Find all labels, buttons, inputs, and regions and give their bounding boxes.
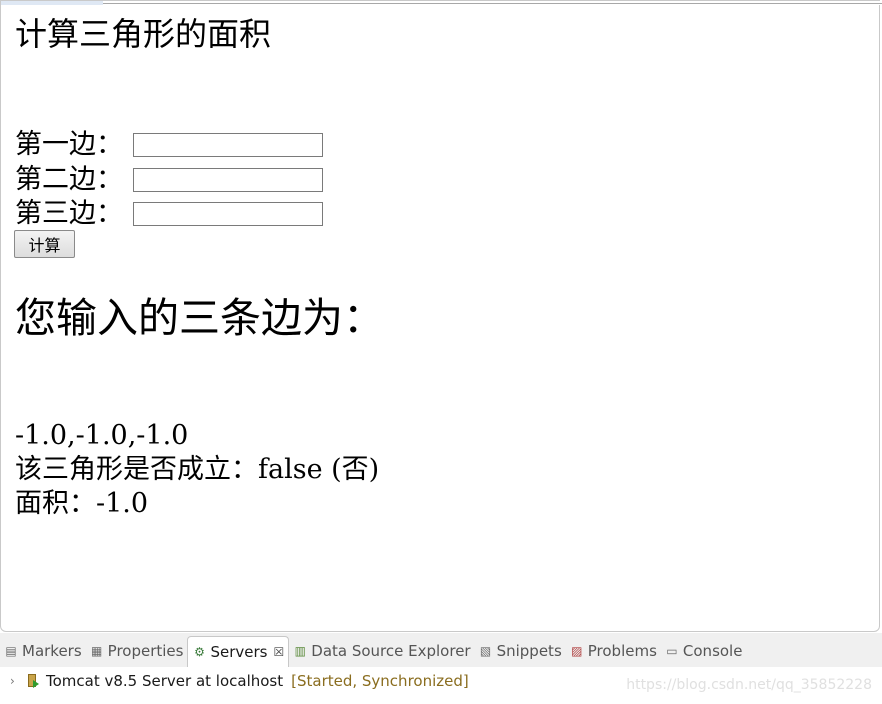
tab-data-source-explorer[interactable]: ▥ Data Source Explorer bbox=[289, 636, 474, 666]
tab-markers[interactable]: ▤ Markers bbox=[0, 636, 86, 666]
tab-label: Snippets bbox=[496, 642, 562, 660]
result-area: 面积：-1.0 bbox=[15, 488, 149, 519]
console-icon: ▭ bbox=[666, 644, 678, 658]
properties-icon: ▦ bbox=[91, 644, 103, 658]
tab-strip-divider bbox=[103, 3, 882, 4]
side2-row: 第二边： bbox=[15, 165, 323, 195]
tab-label: Properties bbox=[107, 642, 184, 660]
watermark: https://blog.csdn.net/qq_35852228 bbox=[626, 677, 872, 693]
data-source-icon: ▥ bbox=[294, 644, 306, 658]
browser-content-pane: 计算三角形的面积 第一边： 第二边： 第三边： 计算 您输入的三条边为： -1.… bbox=[0, 0, 882, 632]
markers-icon: ▤ bbox=[5, 644, 17, 658]
side2-label: 第二边： bbox=[15, 164, 123, 195]
page-title: 计算三角形的面积 bbox=[15, 15, 272, 53]
screen: 计算三角形的面积 第一边： 第二边： 第三边： 计算 您输入的三条边为： -1.… bbox=[0, 0, 882, 704]
result-valid: 该三角形是否成立：false (否) bbox=[15, 454, 380, 485]
browser-tab-strip bbox=[1, 1, 882, 5]
result-heading: 您输入的三条边为： bbox=[15, 294, 384, 342]
calculate-button[interactable]: 计算 bbox=[14, 230, 75, 258]
problems-icon: ▨ bbox=[571, 644, 583, 658]
result-sides: -1.0,-1.0,-1.0 bbox=[15, 420, 189, 451]
side1-input[interactable] bbox=[133, 133, 323, 157]
side3-row: 第三边： bbox=[15, 199, 323, 229]
tab-label: Data Source Explorer bbox=[311, 642, 471, 660]
tab-servers[interactable]: ⚙ Servers ☒ bbox=[187, 635, 290, 667]
tab-problems[interactable]: ▨ Problems bbox=[566, 636, 661, 666]
eclipse-bottom-panel: ▤ Markers ▦ Properties ⚙ Servers ☒ ▥ Dat… bbox=[0, 633, 882, 704]
tab-label: Problems bbox=[587, 642, 657, 660]
chevron-right-icon[interactable]: › bbox=[10, 674, 26, 688]
side1-label: 第一边： bbox=[15, 129, 123, 160]
close-icon[interactable]: ☒ bbox=[274, 645, 285, 659]
active-browser-tab-edge[interactable] bbox=[1, 1, 103, 5]
tab-snippets[interactable]: ▧ Snippets bbox=[475, 636, 566, 666]
tab-label: Servers bbox=[210, 642, 268, 661]
tab-console[interactable]: ▭ Console bbox=[661, 636, 747, 666]
tomcat-server-icon bbox=[26, 674, 40, 688]
snippets-icon: ▧ bbox=[479, 644, 492, 658]
server-status: [Started, Synchronized] bbox=[291, 672, 469, 690]
side1-row: 第一边： bbox=[15, 130, 323, 160]
side3-input[interactable] bbox=[133, 202, 323, 226]
servers-view: › Tomcat v8.5 Server at localhost [Start… bbox=[0, 667, 882, 704]
server-name: Tomcat v8.5 Server at localhost bbox=[46, 672, 284, 690]
side3-label: 第三边： bbox=[15, 198, 123, 229]
side2-input[interactable] bbox=[133, 168, 323, 192]
tab-properties[interactable]: ▦ Properties bbox=[86, 636, 188, 666]
tab-label: Console bbox=[682, 642, 743, 660]
server-entry[interactable]: › Tomcat v8.5 Server at localhost [Start… bbox=[10, 672, 469, 690]
view-tab-bar: ▤ Markers ▦ Properties ⚙ Servers ☒ ▥ Dat… bbox=[0, 635, 882, 667]
servers-icon: ⚙ bbox=[194, 644, 205, 659]
tab-label: Markers bbox=[22, 642, 82, 660]
